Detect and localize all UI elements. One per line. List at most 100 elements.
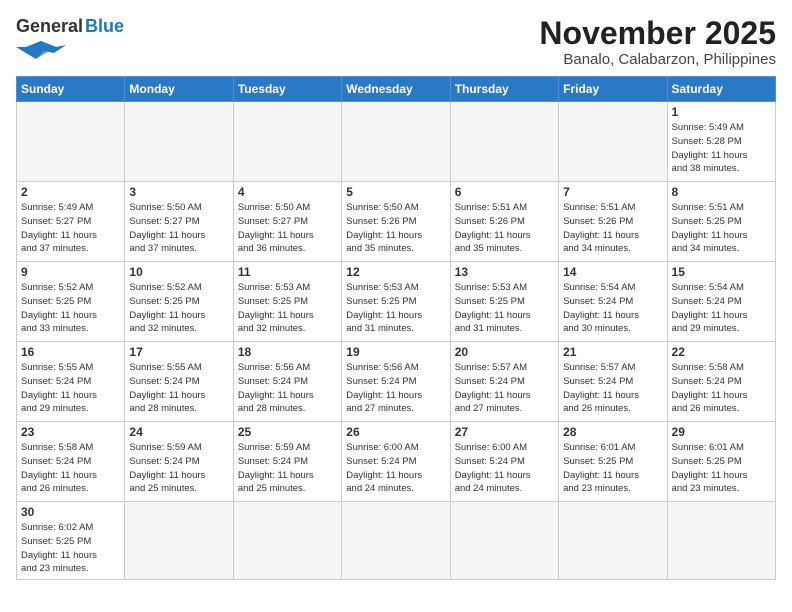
calendar-cell: 23Sunrise: 5:58 AMSunset: 5:24 PMDayligh… bbox=[17, 422, 125, 502]
calendar-cell: 9Sunrise: 5:52 AMSunset: 5:25 PMDaylight… bbox=[17, 262, 125, 342]
calendar-cell bbox=[450, 502, 558, 580]
calendar-cell: 1Sunrise: 5:49 AMSunset: 5:28 PMDaylight… bbox=[667, 102, 775, 182]
calendar-cell: 10 Sunrise: 5:52 AMSunset: 5:25 PMDayligh… bbox=[125, 262, 233, 342]
day-number: 14 bbox=[563, 265, 662, 279]
day-info: Sunrise: 5:51 AMSunset: 5:26 PMDaylight:… bbox=[563, 201, 662, 256]
calendar-cell: 12 Sunrise: 5:53 AMSunset: 5:25 PMDayligh… bbox=[342, 262, 450, 342]
calendar-cell: 17 Sunrise: 5:55 AMSunset: 5:24 PMDayligh… bbox=[125, 342, 233, 422]
calendar-body: 1Sunrise: 5:49 AMSunset: 5:28 PMDaylight… bbox=[17, 102, 776, 580]
calendar-week-row: 2 Sunrise: 5:49 AMSunset: 5:27 PMDaylight… bbox=[17, 182, 776, 262]
day-number: 17 bbox=[129, 345, 228, 359]
day-number: 29 bbox=[672, 425, 771, 439]
weekday-header-sunday: Sunday bbox=[17, 77, 125, 102]
day-number: 25 bbox=[238, 425, 337, 439]
day-info: Sunrise: 5:57 AMSunset: 5:24 PMDaylight:… bbox=[563, 361, 662, 416]
calendar-cell: 28Sunrise: 6:01 AMSunset: 5:25 PMDayligh… bbox=[559, 422, 667, 502]
day-number: 9 bbox=[21, 265, 120, 279]
weekday-header-saturday: Saturday bbox=[667, 77, 775, 102]
day-info: Sunrise: 5:53 AMSunset: 5:25 PMDaylight:… bbox=[455, 281, 554, 336]
day-info: Sunrise: 6:01 AMSunset: 5:25 PMDaylight:… bbox=[672, 441, 771, 496]
day-number: 16 bbox=[21, 345, 120, 359]
calendar-cell: 4Sunrise: 5:50 AMSunset: 5:27 PMDaylight… bbox=[233, 182, 341, 262]
day-info: Sunrise: 5:56 AMSunset: 5:24 PMDaylight:… bbox=[346, 361, 445, 416]
day-number: 10 bbox=[129, 265, 228, 279]
calendar-week-row: 9 Sunrise: 5:52 AMSunset: 5:25 PMDaylight… bbox=[17, 262, 776, 342]
day-info: Sunrise: 5:58 AMSunset: 5:24 PMDaylight:… bbox=[672, 361, 771, 416]
day-number: 12 bbox=[346, 265, 445, 279]
day-number: 27 bbox=[455, 425, 554, 439]
day-info: Sunrise: 5:59 AMSunset: 5:24 PMDaylight:… bbox=[238, 441, 337, 496]
calendar-cell bbox=[559, 102, 667, 182]
day-number: 26 bbox=[346, 425, 445, 439]
day-number: 1 bbox=[672, 105, 771, 119]
calendar-cell: 2 Sunrise: 5:49 AMSunset: 5:27 PMDaylight… bbox=[17, 182, 125, 262]
calendar-cell: 13Sunrise: 5:53 AMSunset: 5:25 PMDayligh… bbox=[450, 262, 558, 342]
day-info: Sunrise: 5:56 AMSunset: 5:24 PMDaylight:… bbox=[238, 361, 337, 416]
weekday-header-tuesday: Tuesday bbox=[233, 77, 341, 102]
title-area: November 2025 Banalo, Calabarzon, Philip… bbox=[539, 16, 776, 68]
day-info: Sunrise: 5:57 AMSunset: 5:24 PMDaylight:… bbox=[455, 361, 554, 416]
calendar-cell: 20Sunrise: 5:57 AMSunset: 5:24 PMDayligh… bbox=[450, 342, 558, 422]
calendar-cell: 26 Sunrise: 6:00 AMSunset: 5:24 PMDayligh… bbox=[342, 422, 450, 502]
day-number: 4 bbox=[238, 185, 337, 199]
day-info: Sunrise: 5:55 AMSunset: 5:24 PMDaylight:… bbox=[21, 361, 120, 416]
day-number: 24 bbox=[129, 425, 228, 439]
calendar-week-row: 23Sunrise: 5:58 AMSunset: 5:24 PMDayligh… bbox=[17, 422, 776, 502]
logo-text-general: General bbox=[16, 16, 83, 37]
weekday-header-friday: Friday bbox=[559, 77, 667, 102]
calendar-cell: 15 Sunrise: 5:54 AMSunset: 5:24 PMDayligh… bbox=[667, 262, 775, 342]
calendar-cell bbox=[233, 102, 341, 182]
calendar-cell: 7 Sunrise: 5:51 AMSunset: 5:26 PMDaylight… bbox=[559, 182, 667, 262]
logo: General Blue bbox=[16, 16, 124, 65]
day-info: Sunrise: 5:49 AMSunset: 5:27 PMDaylight:… bbox=[21, 201, 120, 256]
weekday-header-thursday: Thursday bbox=[450, 77, 558, 102]
day-info: Sunrise: 5:55 AMSunset: 5:24 PMDaylight:… bbox=[129, 361, 228, 416]
calendar-cell: 14Sunrise: 5:54 AMSunset: 5:24 PMDayligh… bbox=[559, 262, 667, 342]
day-number: 2 bbox=[21, 185, 120, 199]
calendar-cell: 27 Sunrise: 6:00 AMSunset: 5:24 PMDayligh… bbox=[450, 422, 558, 502]
day-number: 18 bbox=[238, 345, 337, 359]
calendar-cell bbox=[17, 102, 125, 182]
day-info: Sunrise: 5:52 AMSunset: 5:25 PMDaylight:… bbox=[129, 281, 228, 336]
day-info: Sunrise: 5:53 AMSunset: 5:25 PMDaylight:… bbox=[346, 281, 445, 336]
day-number: 7 bbox=[563, 185, 662, 199]
day-number: 15 bbox=[672, 265, 771, 279]
day-number: 3 bbox=[129, 185, 228, 199]
calendar-cell bbox=[125, 102, 233, 182]
day-info: Sunrise: 5:59 AMSunset: 5:24 PMDaylight:… bbox=[129, 441, 228, 496]
weekday-header-wednesday: Wednesday bbox=[342, 77, 450, 102]
day-info: Sunrise: 6:01 AMSunset: 5:25 PMDaylight:… bbox=[563, 441, 662, 496]
month-title: November 2025 bbox=[539, 16, 776, 51]
weekday-header-row: SundayMondayTuesdayWednesdayThursdayFrid… bbox=[17, 77, 776, 102]
calendar-cell: 24 Sunrise: 5:59 AMSunset: 5:24 PMDayligh… bbox=[125, 422, 233, 502]
day-info: Sunrise: 6:00 AMSunset: 5:24 PMDaylight:… bbox=[455, 441, 554, 496]
day-number: 11 bbox=[238, 265, 337, 279]
day-info: Sunrise: 5:54 AMSunset: 5:24 PMDaylight:… bbox=[672, 281, 771, 336]
calendar-week-row: 1Sunrise: 5:49 AMSunset: 5:28 PMDaylight… bbox=[17, 102, 776, 182]
calendar-cell: 11 Sunrise: 5:53 AMSunset: 5:25 PMDayligh… bbox=[233, 262, 341, 342]
calendar-cell: 18 Sunrise: 5:56 AMSunset: 5:24 PMDayligh… bbox=[233, 342, 341, 422]
calendar-cell: 19Sunrise: 5:56 AMSunset: 5:24 PMDayligh… bbox=[342, 342, 450, 422]
calendar-cell: 25 Sunrise: 5:59 AMSunset: 5:24 PMDayligh… bbox=[233, 422, 341, 502]
page-header: General Blue November 2025 Banalo, Calab… bbox=[16, 16, 776, 68]
day-number: 21 bbox=[563, 345, 662, 359]
calendar-week-row: 16 Sunrise: 5:55 AMSunset: 5:24 PMDayligh… bbox=[17, 342, 776, 422]
calendar-cell bbox=[667, 502, 775, 580]
calendar-week-row: 30Sunrise: 6:02 AMSunset: 5:25 PMDayligh… bbox=[17, 502, 776, 580]
day-number: 5 bbox=[346, 185, 445, 199]
calendar-cell bbox=[342, 102, 450, 182]
calendar-cell: 5 Sunrise: 5:50 AMSunset: 5:26 PMDaylight… bbox=[342, 182, 450, 262]
calendar-cell bbox=[125, 502, 233, 580]
day-info: Sunrise: 6:00 AMSunset: 5:24 PMDaylight:… bbox=[346, 441, 445, 496]
day-info: Sunrise: 5:53 AMSunset: 5:25 PMDaylight:… bbox=[238, 281, 337, 336]
day-info: Sunrise: 5:58 AMSunset: 5:24 PMDaylight:… bbox=[21, 441, 120, 496]
day-number: 6 bbox=[455, 185, 554, 199]
calendar-cell: 29 Sunrise: 6:01 AMSunset: 5:25 PMDayligh… bbox=[667, 422, 775, 502]
day-info: Sunrise: 5:51 AMSunset: 5:25 PMDaylight:… bbox=[672, 201, 771, 256]
calendar-cell: 16 Sunrise: 5:55 AMSunset: 5:24 PMDayligh… bbox=[17, 342, 125, 422]
calendar-cell bbox=[450, 102, 558, 182]
calendar-cell bbox=[342, 502, 450, 580]
calendar-table: SundayMondayTuesdayWednesdayThursdayFrid… bbox=[16, 76, 776, 580]
day-info: Sunrise: 6:02 AMSunset: 5:25 PMDaylight:… bbox=[21, 521, 120, 576]
day-info: Sunrise: 5:50 AMSunset: 5:26 PMDaylight:… bbox=[346, 201, 445, 256]
